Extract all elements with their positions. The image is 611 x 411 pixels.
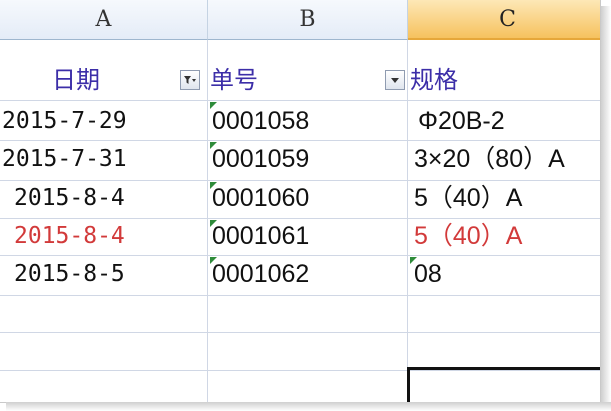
window-shadow (601, 6, 611, 411)
column-letter: A (95, 7, 112, 32)
header-cell-date[interactable]: 日期 (52, 68, 100, 92)
table-cell-spec[interactable]: 3×20（80）A (414, 147, 565, 172)
gridline (0, 295, 600, 296)
active-cell-selection[interactable] (407, 367, 600, 402)
gridline (0, 140, 600, 141)
funnel-glyph (184, 76, 196, 84)
window-shadow (6, 402, 611, 411)
table-cell-date[interactable]: 2015-8-4 (14, 187, 125, 210)
column-header-b[interactable]: B (208, 0, 408, 40)
table-cell-spec[interactable]: 08 (414, 262, 442, 287)
table-cell-spec[interactable]: Φ20B-2 (418, 109, 505, 134)
table-cell-date[interactable]: 2015-7-31 (2, 148, 127, 171)
table-cell-date[interactable]: 2015-8-5 (14, 263, 125, 286)
column-letter: C (499, 6, 516, 32)
gridline (0, 332, 600, 333)
table-cell-spec[interactable]: 5（40）A (414, 186, 522, 211)
table-cell-number[interactable]: 0001060 (212, 186, 309, 211)
table-cell-date[interactable]: 2015-7-29 (2, 110, 127, 133)
gridline (0, 100, 600, 101)
table-cell-number[interactable]: 0001061 (212, 224, 309, 249)
gridline (407, 40, 408, 402)
header-cell-spec[interactable]: 规格 (410, 68, 458, 92)
column-header-a[interactable]: A (0, 0, 208, 40)
arrow-glyph (391, 78, 399, 83)
table-cell-date[interactable]: 2015-8-4 (14, 225, 125, 248)
table-cell-number[interactable]: 0001059 (212, 147, 309, 172)
header-cell-number[interactable]: 单号 (210, 68, 258, 92)
dropdown-arrow-icon[interactable] (385, 70, 405, 90)
column-header-c[interactable]: C (408, 0, 600, 40)
table-cell-number[interactable]: 0001058 (212, 109, 309, 134)
table-cell-spec[interactable]: 5（40）A (414, 224, 522, 249)
table-cell-number[interactable]: 0001062 (212, 262, 309, 287)
filter-funnel-icon[interactable] (180, 70, 200, 90)
gridline (207, 40, 208, 402)
gridline (0, 180, 600, 181)
spreadsheet-view: A B C 日期 单号 规格 2015-7-29 0001058 Φ20B-2 … (0, 0, 601, 403)
gridline (0, 218, 600, 219)
gridline (0, 255, 600, 256)
column-letter: B (299, 7, 316, 32)
